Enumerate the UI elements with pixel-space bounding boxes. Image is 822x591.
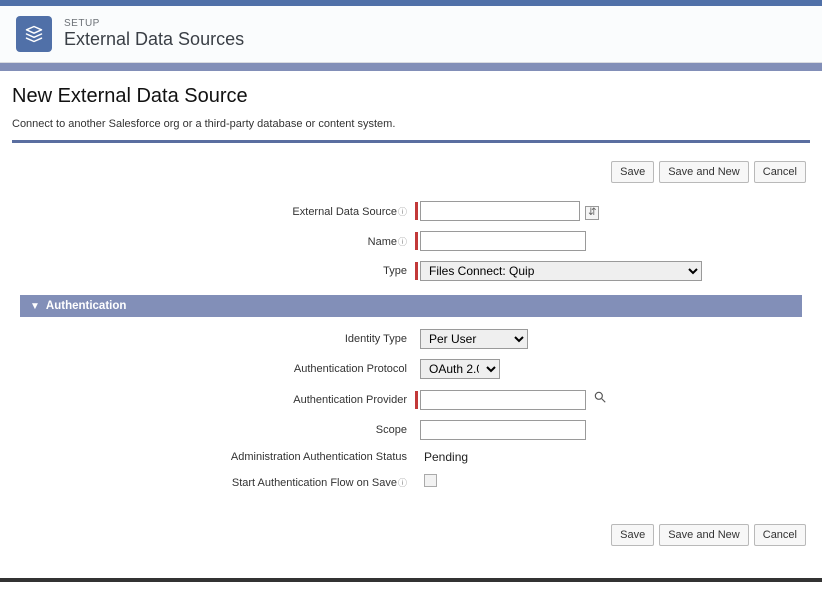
- main-form: External Data Sourceⓘ ⇵ Nameⓘ Type: [12, 191, 810, 516]
- external-data-source-input[interactable]: [420, 201, 580, 221]
- autofill-icon[interactable]: ⇵: [585, 206, 599, 220]
- type-select[interactable]: Files Connect: Quip: [420, 261, 702, 281]
- start-auth-flow-label: Start Authentication Flow on Save: [232, 477, 397, 489]
- required-indicator: [415, 391, 418, 409]
- external-data-icon: [16, 16, 52, 52]
- bottom-border: [0, 578, 822, 582]
- type-label: Type: [383, 265, 407, 277]
- bottom-button-row: Save Save and New Cancel: [12, 516, 810, 554]
- save-and-new-button[interactable]: Save and New: [659, 524, 749, 546]
- field-scope: Scope: [20, 420, 802, 440]
- name-label: Name: [368, 236, 397, 248]
- save-button[interactable]: Save: [611, 524, 654, 546]
- scope-label: Scope: [376, 424, 407, 436]
- auth-provider-label: Authentication Provider: [293, 394, 407, 406]
- auth-protocol-select[interactable]: OAuth 2.0: [420, 359, 500, 379]
- header-accent-strip: [0, 63, 822, 71]
- auth-protocol-label: Authentication Protocol: [294, 363, 407, 375]
- identity-type-label: Identity Type: [345, 333, 407, 345]
- header-title: External Data Sources: [64, 29, 244, 50]
- admin-auth-status-value: Pending: [420, 450, 468, 464]
- field-name: Nameⓘ: [20, 231, 802, 251]
- authentication-section-header[interactable]: ▼ Authentication: [20, 295, 802, 317]
- authentication-section-label: Authentication: [46, 300, 127, 312]
- cancel-button[interactable]: Cancel: [754, 161, 806, 183]
- field-identity-type: Identity Type Per User: [20, 329, 802, 349]
- field-auth-protocol: Authentication Protocol OAuth 2.0: [20, 359, 802, 379]
- field-type: Type Files Connect: Quip: [20, 261, 802, 281]
- auth-provider-input[interactable]: [420, 390, 586, 410]
- save-button[interactable]: Save: [611, 161, 654, 183]
- save-and-new-button[interactable]: Save and New: [659, 161, 749, 183]
- scope-input[interactable]: [420, 420, 586, 440]
- start-auth-flow-checkbox[interactable]: [424, 474, 437, 487]
- header-eyebrow: SETUP: [64, 18, 244, 29]
- setup-header: SETUP External Data Sources: [0, 6, 822, 63]
- identity-type-select[interactable]: Per User: [420, 329, 528, 349]
- page-title: New External Data Source: [12, 85, 810, 108]
- page-description: Connect to another Salesforce org or a t…: [12, 118, 810, 130]
- name-input[interactable]: [420, 231, 586, 251]
- external-data-source-label: External Data Source: [292, 206, 397, 218]
- cancel-button[interactable]: Cancel: [754, 524, 806, 546]
- admin-auth-status-label: Administration Authentication Status: [231, 451, 407, 463]
- field-external-data-source: External Data Sourceⓘ ⇵: [20, 201, 802, 221]
- required-indicator: [415, 232, 418, 250]
- top-button-row: Save Save and New Cancel: [12, 153, 810, 191]
- required-indicator: [415, 262, 418, 280]
- field-start-auth-flow: Start Authentication Flow on Saveⓘ: [20, 474, 802, 490]
- help-icon: ⓘ: [398, 237, 407, 247]
- chevron-down-icon: ▼: [30, 301, 40, 312]
- field-auth-provider: Authentication Provider: [20, 389, 802, 410]
- help-icon: ⓘ: [398, 478, 407, 488]
- help-icon: ⓘ: [398, 207, 407, 217]
- required-indicator: [415, 202, 418, 220]
- divider: [12, 140, 810, 143]
- field-admin-auth-status: Administration Authentication Status Pen…: [20, 450, 802, 464]
- lookup-icon[interactable]: [592, 389, 608, 405]
